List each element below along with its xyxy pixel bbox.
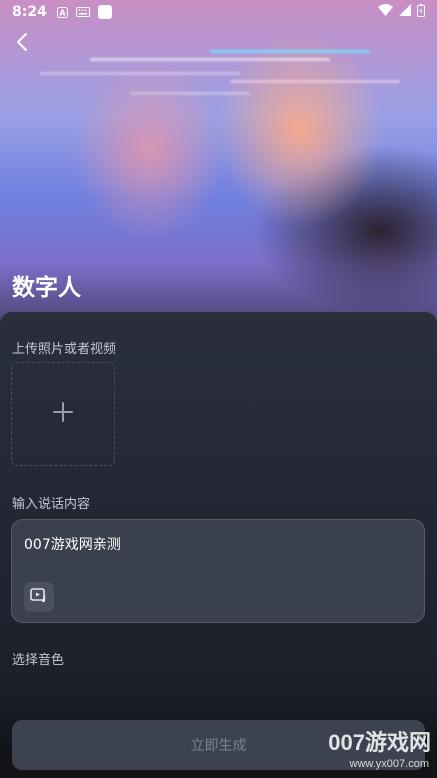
upload-label: 上传照片或者视频 [12,342,117,357]
svg-text:A: A [59,8,66,17]
app-square-icon [97,5,112,19]
battery-icon [417,3,425,21]
light-streak [40,72,240,75]
status-bar: 8:24 A [0,0,437,24]
insert-media-button[interactable] [24,582,54,612]
keyboard-icon [75,7,90,17]
light-streak [130,92,250,95]
upload-media-button[interactable] [11,362,115,466]
chevron-left-icon [15,32,29,56]
light-streak [90,58,330,61]
voice-label: 选择音色 [12,653,65,668]
speech-label: 输入说话内容 [12,497,91,512]
video-music-icon [30,587,48,607]
light-streak [230,80,400,83]
a-badge-icon: A [56,6,68,18]
speech-content-value[interactable]: 007游戏网亲测 [24,534,121,554]
page-title: 数字人 [12,275,81,301]
watermark-brand: 007游戏网 [328,730,431,755]
signal-icon [399,4,411,20]
status-time: 8:24 [12,4,47,20]
watermark-url: www.yx007.com [349,758,429,770]
light-streak [210,50,370,53]
plus-icon [52,401,74,427]
back-button[interactable] [10,32,34,56]
wifi-icon [378,4,393,20]
speech-content-input[interactable]: 007游戏网亲测 [11,519,425,623]
